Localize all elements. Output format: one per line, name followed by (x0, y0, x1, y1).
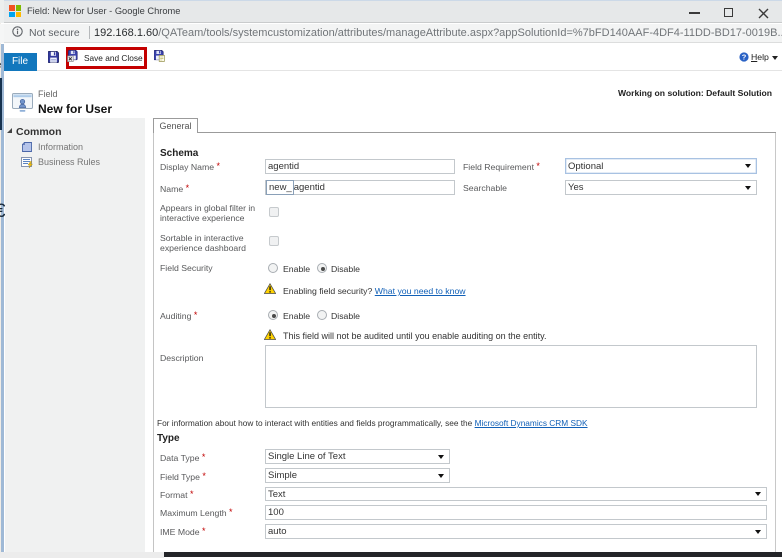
svg-text:?: ? (742, 53, 747, 62)
